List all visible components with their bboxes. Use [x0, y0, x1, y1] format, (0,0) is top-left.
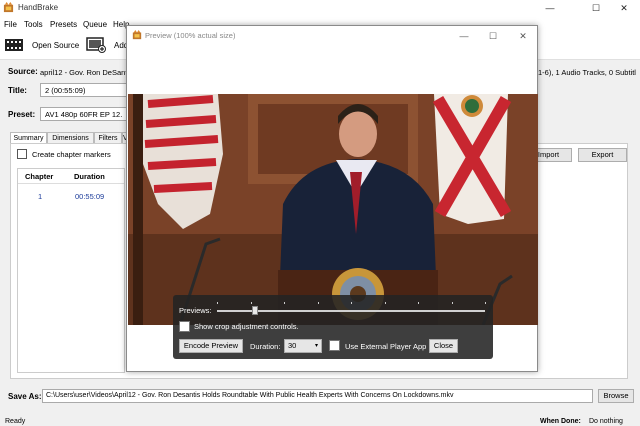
show-crop-checkbox[interactable] [179, 321, 190, 332]
chapters-table: Chapter Duration 1 00:55:09 [17, 168, 125, 373]
florida-flag-right [432, 94, 512, 224]
status-bar: Ready When Done: Do nothing [0, 416, 640, 426]
slider-tick [251, 302, 252, 304]
handbrake-logo-icon [132, 30, 142, 40]
slider-tick [284, 302, 285, 304]
create-chapter-markers-label: Create chapter markers [32, 150, 111, 159]
slider-tick [318, 302, 319, 304]
source-name: april12 - Gov. Ron DeSantis [40, 68, 133, 77]
open-source-button[interactable]: Open Source [32, 41, 79, 50]
minimize-button[interactable]: — [532, 0, 568, 16]
close-button[interactable]: Close [429, 339, 458, 353]
previews-slider-thumb[interactable] [252, 306, 258, 315]
preview-controls-overlay: Previews: Show crop adjustment controls.… [173, 295, 493, 359]
chevron-down-icon: ▾ [314, 343, 318, 349]
status-text: Ready [5, 418, 26, 425]
source-details: 1-6), 1 Audio Tracks, 0 Subtitl [538, 68, 636, 77]
preview-close-button[interactable]: ✕ [508, 28, 538, 44]
previews-label: Previews: [179, 306, 212, 315]
preset-label: Preset: [8, 110, 36, 119]
slider-tick [385, 302, 386, 304]
browse-button[interactable]: Browse [598, 389, 634, 403]
when-done-dropdown[interactable]: Do nothing [589, 418, 623, 425]
chapter-duration[interactable]: 00:55:09 [75, 192, 104, 201]
preview-minimize-button[interactable]: — [449, 28, 479, 44]
slider-tick [217, 302, 218, 304]
preview-maximize-button[interactable]: ☐ [478, 28, 508, 44]
save-as-label: Save As: [8, 392, 42, 401]
duration-dropdown[interactable]: 30 ▾ [284, 339, 322, 353]
slider-tick [418, 302, 419, 304]
title-dropdown[interactable]: 2 (00:55:09) [40, 83, 130, 97]
duration-label: Duration: [250, 342, 281, 351]
handbrake-logo-icon [3, 2, 14, 13]
close-window-button[interactable]: ✕ [606, 0, 640, 16]
export-button[interactable]: Export [578, 148, 627, 162]
show-crop-label: Show crop adjustment controls. [194, 322, 299, 331]
save-as-path-input[interactable]: C:\Users\user\Videos\April12 - Gov. Ron … [42, 389, 593, 403]
open-source-icon[interactable] [4, 37, 24, 53]
external-player-checkbox[interactable] [329, 340, 340, 351]
menu-presets[interactable]: Presets [50, 20, 77, 29]
add-to-queue-icon[interactable] [86, 37, 106, 53]
menu-file[interactable]: File [4, 20, 17, 29]
window-title: HandBrake [18, 3, 59, 12]
video-scene [128, 94, 538, 325]
when-done-label: When Done: [540, 418, 581, 425]
duration-value: 30 [288, 341, 297, 350]
preview-window: Preview (100% actual size) — ☐ ✕ Preview… [126, 25, 538, 372]
chapter-number[interactable]: 1 [38, 192, 42, 201]
create-chapter-markers-checkbox[interactable] [17, 149, 27, 159]
source-label: Source: [8, 67, 38, 76]
external-player-label: Use External Player App [345, 342, 427, 351]
title-bar: HandBrake — ☐ ✕ [0, 0, 640, 16]
preview-title: Preview (100% actual size) [145, 31, 236, 40]
slider-tick [485, 302, 486, 304]
menu-queue[interactable]: Queue [83, 20, 107, 29]
slider-tick [351, 302, 352, 304]
title-label: Title: [8, 86, 27, 95]
header-divider [18, 183, 124, 184]
preview-video-frame[interactable] [128, 94, 538, 325]
previews-slider[interactable] [217, 302, 486, 315]
slider-tick [452, 302, 453, 304]
column-chapter[interactable]: Chapter [25, 172, 53, 181]
preset-dropdown[interactable]: AV1 480p 60FR EP 12. [40, 107, 130, 121]
column-duration[interactable]: Duration [74, 172, 105, 181]
encode-preview-button[interactable]: Encode Preview [179, 339, 243, 353]
menu-tools[interactable]: Tools [24, 20, 43, 29]
